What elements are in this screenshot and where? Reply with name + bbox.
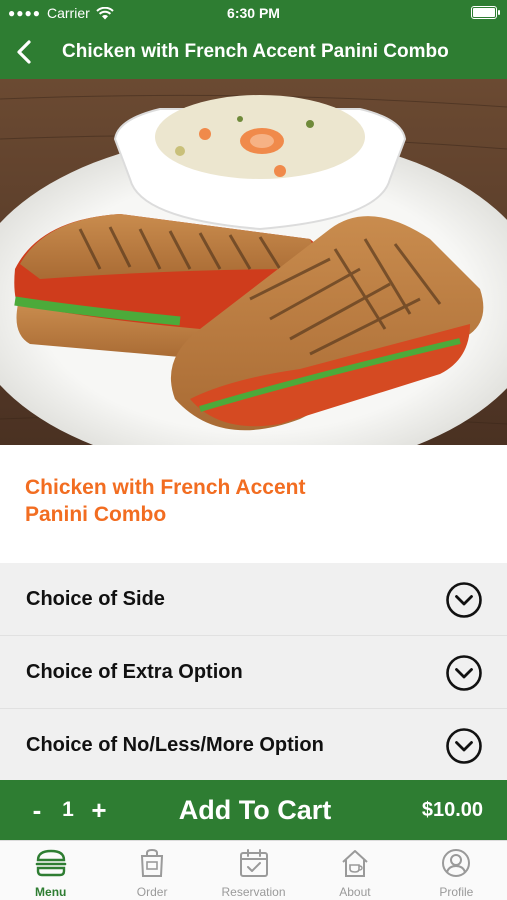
nav-bar: Chicken with French Accent Panini Combo: [0, 26, 507, 79]
add-to-cart-button[interactable]: Add To Cart: [150, 790, 360, 830]
calendar-check-icon: [239, 849, 268, 877]
option-choice-of-side[interactable]: Choice of Side: [0, 563, 507, 636]
coffee-house-icon: [342, 850, 368, 877]
tab-label: About: [339, 885, 371, 899]
tab-menu[interactable]: Menu: [0, 841, 101, 900]
bag-icon: [141, 848, 164, 877]
option-choice-of-no-less-more[interactable]: Choice of No/Less/More Option: [0, 709, 507, 782]
battery-icon: [471, 6, 500, 19]
tab-bar: Menu Order Reservation About Profile: [0, 840, 507, 900]
product-title: Chicken with French Accent Panini Combo: [25, 476, 306, 526]
option-label: Choice of No/Less/More Option: [26, 734, 324, 756]
back-button[interactable]: [6, 34, 42, 70]
chevron-down-circle-icon[interactable]: [445, 581, 483, 619]
burger-icon: [35, 849, 67, 877]
chevron-down-circle-icon[interactable]: [445, 727, 483, 765]
price-label: $10.00: [421, 799, 483, 821]
chevron-down-circle-icon[interactable]: [445, 654, 483, 692]
quantity-value: 1: [62, 798, 74, 821]
option-choice-of-extra[interactable]: Choice of Extra Option: [0, 636, 507, 709]
quantity-increase-button[interactable]: +: [84, 790, 114, 830]
option-label: Choice of Extra Option: [26, 661, 243, 683]
cart-bar: - 1 + Add To Cart $10.00: [0, 780, 507, 840]
tab-profile[interactable]: Profile: [406, 841, 507, 900]
tab-order[interactable]: Order: [101, 841, 202, 900]
tab-about[interactable]: About: [304, 841, 405, 900]
product-image: [0, 79, 507, 445]
tab-label: Menu: [35, 885, 67, 899]
chevron-left-icon: [17, 40, 31, 64]
tab-label: Reservation: [221, 885, 286, 899]
header: ●●●● Carrier 6:30 PM Chicken with French…: [0, 0, 507, 79]
tab-label: Order: [136, 885, 168, 899]
option-label: Choice of Side: [26, 588, 165, 610]
tab-label: Profile: [439, 885, 474, 899]
status-time: 6:30 PM: [227, 5, 280, 21]
options-list: Choice of Side Choice of Extra Option Ch…: [0, 563, 507, 782]
page-title: Chicken with French Accent Panini Combo: [62, 41, 449, 62]
tab-reservation[interactable]: Reservation: [203, 841, 304, 900]
quantity-decrease-button[interactable]: -: [22, 790, 52, 830]
status-bar: ●●●● Carrier 6:30 PM: [0, 0, 507, 26]
user-icon: [442, 849, 471, 877]
